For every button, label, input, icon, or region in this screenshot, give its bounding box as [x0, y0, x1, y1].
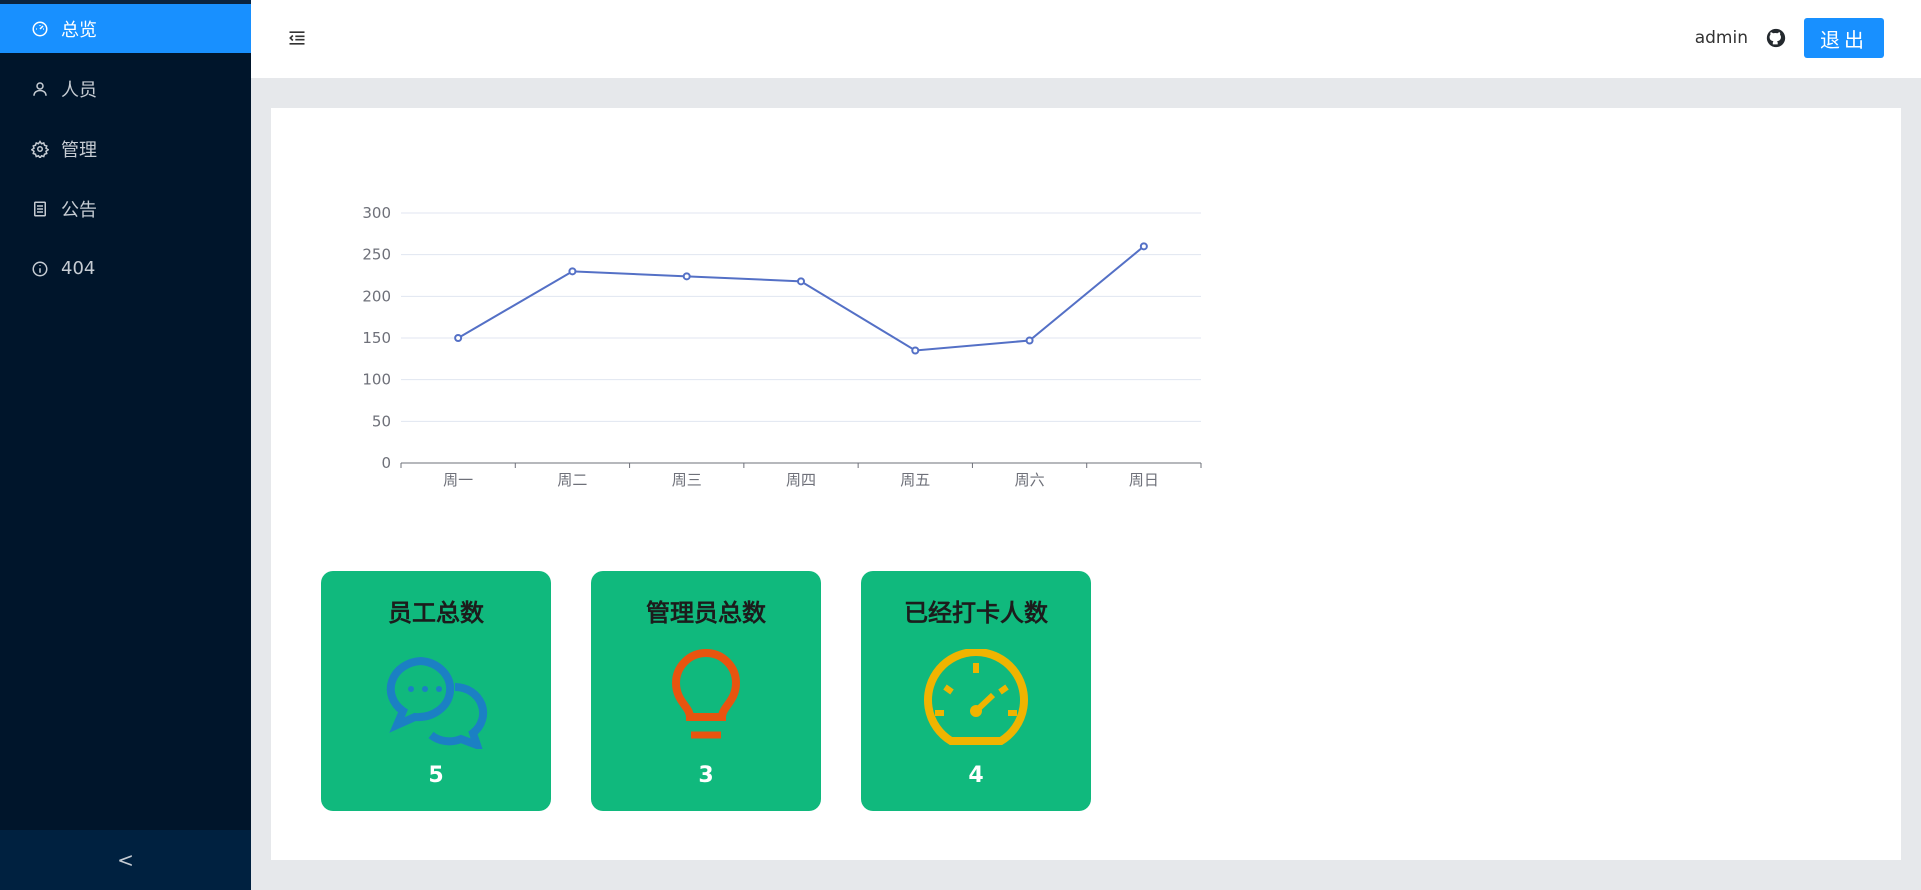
weekly-line-chart: 0 50 100 150 200 250 300 周一 周二 周三 周四 周五 周六 周日	[362, 204, 1202, 489]
sidebar-item-overview[interactable]: 总览	[0, 4, 251, 53]
user-icon	[30, 79, 50, 99]
sidebar: 总览 人员 管理 公告 404 <	[0, 0, 251, 890]
sidebar-item-label: 总览	[61, 19, 97, 41]
sidebar-item-label: 人员	[61, 79, 97, 101]
stat-card-admins: 管理员总数 3	[591, 571, 821, 811]
x-tick-label: 周日	[1129, 471, 1159, 489]
github-icon[interactable]	[1764, 26, 1788, 50]
header-right: admin 退出	[1695, 18, 1884, 58]
logout-button[interactable]: 退出	[1804, 18, 1884, 58]
app-root: 总览 人员 管理 公告 404 < admin 退出 0 50 100 150 …	[0, 0, 1921, 890]
data-point	[911, 346, 920, 355]
sidebar-item-people[interactable]: 人员	[0, 64, 251, 113]
sidebar-collapse-button[interactable]: <	[0, 830, 251, 890]
main-content: 0 50 100 150 200 250 300 周一 周二 周三 周四 周五 周六 周日 员工总数 5 …	[271, 108, 1901, 860]
gear-icon	[30, 139, 50, 159]
data-point	[797, 277, 805, 286]
sidebar-item-label: 404	[61, 258, 96, 279]
document-icon	[30, 199, 50, 219]
y-tick-label: 150	[362, 329, 391, 347]
chat-icon	[381, 649, 491, 752]
x-tick-label: 周二	[557, 471, 587, 489]
x-tick-label: 周四	[786, 471, 816, 489]
x-tick-label: 周六	[1015, 471, 1045, 489]
data-point	[1025, 336, 1034, 345]
sidebar-item-label: 公告	[61, 199, 97, 221]
stat-title: 管理员总数	[646, 599, 766, 627]
stat-cards: 员工总数 5 管理员总数 3 已经打卡人数 4	[321, 571, 1131, 811]
stat-value: 4	[968, 763, 984, 788]
stat-value: 5	[428, 763, 444, 788]
info-icon	[30, 259, 50, 279]
y-tick-label: 0	[381, 454, 391, 472]
chevron-left-icon: <	[117, 848, 134, 872]
x-tick-label: 周五	[900, 471, 930, 489]
data-point	[568, 267, 577, 276]
sidebar-item-manage[interactable]: 管理	[0, 124, 251, 173]
top-header: admin 退出	[251, 0, 1921, 78]
sidebar-item-404[interactable]: 404	[0, 244, 251, 293]
sidebar-nav: 总览 人员 管理 公告 404	[0, 4, 251, 304]
stat-title: 已经打卡人数	[904, 599, 1048, 627]
data-point	[682, 272, 691, 281]
stat-card-employees: 员工总数 5	[321, 571, 551, 811]
x-tick-label: 周三	[672, 471, 702, 489]
sidebar-item-label: 管理	[61, 139, 97, 161]
series-line	[457, 245, 1145, 352]
stat-title: 员工总数	[388, 599, 484, 627]
y-tick-label: 300	[362, 204, 391, 222]
sidebar-item-notice[interactable]: 公告	[0, 184, 251, 233]
y-tick-label: 200	[362, 287, 391, 305]
x-tick-label: 周一	[443, 471, 473, 489]
dashboard-icon	[30, 19, 50, 39]
y-tick-label: 50	[372, 412, 391, 430]
stat-card-checked-in: 已经打卡人数 4	[861, 571, 1091, 811]
menu-fold-icon[interactable]	[287, 28, 309, 50]
y-tick-label: 250	[362, 246, 391, 264]
data-point	[454, 334, 463, 342]
y-tick-label: 100	[362, 371, 391, 389]
username: admin	[1694, 28, 1748, 48]
data-point	[1139, 242, 1148, 251]
stat-value: 3	[698, 763, 714, 788]
speedometer-icon	[921, 648, 1031, 749]
lightbulb-icon	[651, 649, 761, 749]
